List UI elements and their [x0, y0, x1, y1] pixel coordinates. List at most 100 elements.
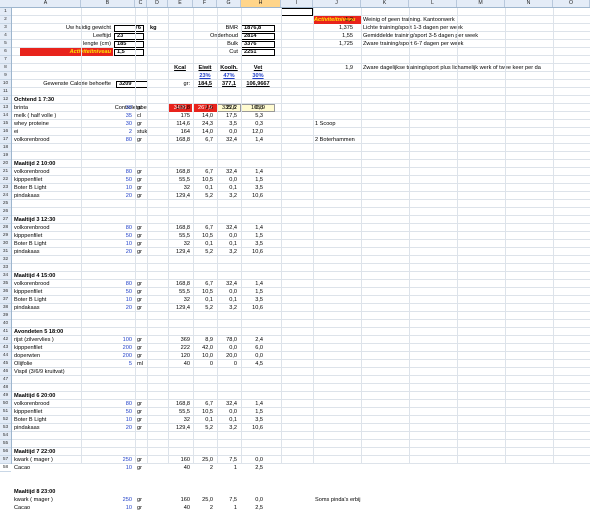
food-name[interactable]: ei	[14, 128, 80, 136]
food-quantity[interactable]: 250	[100, 496, 132, 504]
row-number[interactable]: 56	[0, 448, 11, 456]
food-name[interactable]: kwark ( mager )	[14, 496, 80, 504]
row-number[interactable]: 33	[0, 264, 11, 272]
row-number[interactable]: 49	[0, 392, 11, 400]
food-quantity[interactable]: 50	[100, 176, 132, 184]
column-header-e[interactable]: E	[168, 0, 193, 7]
row-number[interactable]: 13	[0, 104, 11, 112]
food-quantity[interactable]: 10	[100, 504, 132, 512]
age-input[interactable]: 23	[114, 32, 144, 40]
row-number[interactable]: 25	[0, 200, 11, 208]
food-quantity[interactable]: 20	[100, 248, 132, 256]
row-number[interactable]: 45	[0, 360, 11, 368]
food-name[interactable]: pindakaas	[14, 304, 80, 312]
row-number[interactable]: 44	[0, 352, 11, 360]
food-name[interactable]: Boter B Light	[14, 240, 80, 248]
food-name[interactable]: volkorenbrood	[14, 136, 80, 144]
food-quantity[interactable]	[100, 368, 132, 376]
row-number[interactable]: 51	[0, 408, 11, 416]
food-quantity[interactable]: 20	[100, 192, 132, 200]
food-quantity[interactable]: 80	[100, 136, 132, 144]
row-number[interactable]: 6	[0, 48, 11, 56]
row-number[interactable]: 27	[0, 216, 11, 224]
food-quantity[interactable]: 10	[100, 184, 132, 192]
food-name[interactable]: kwark ( mager )	[14, 456, 80, 464]
food-name[interactable]: doperwten	[14, 352, 80, 360]
row-number[interactable]: 29	[0, 232, 11, 240]
selected-cell-h1[interactable]	[281, 8, 313, 16]
food-quantity[interactable]: 20	[100, 424, 132, 432]
food-quantity[interactable]: 5	[100, 360, 132, 368]
row-number[interactable]: 7	[0, 56, 11, 64]
row-number[interactable]: 54	[0, 432, 11, 440]
row-number[interactable]: 50	[0, 400, 11, 408]
sheet-grid[interactable]	[12, 8, 590, 464]
row-number[interactable]: 23	[0, 184, 11, 192]
activity-input[interactable]: 1,5	[114, 48, 144, 56]
row-number[interactable]: 20	[0, 160, 11, 168]
food-name[interactable]: kipppenfilet	[14, 344, 80, 352]
row-number[interactable]: 8	[0, 64, 11, 72]
food-name[interactable]: rijst (zilvervlies )	[14, 336, 80, 344]
food-quantity[interactable]: 80	[100, 280, 132, 288]
food-quantity[interactable]: 10	[100, 464, 132, 472]
food-quantity[interactable]: 100	[100, 336, 132, 344]
food-name[interactable]: Boter B Light	[14, 296, 80, 304]
food-quantity[interactable]: 10	[100, 416, 132, 424]
column-header-c[interactable]: C	[135, 0, 147, 7]
row-number[interactable]: 1	[0, 8, 11, 16]
row-number[interactable]: 47	[0, 376, 11, 384]
food-name[interactable]: whey proteine	[14, 120, 80, 128]
calorie-input[interactable]: 3209	[116, 80, 148, 88]
food-name[interactable]: Vispil (3/6/9 kruitvat)	[14, 368, 80, 376]
food-quantity[interactable]: 200	[100, 352, 132, 360]
food-quantity[interactable]: 50	[100, 232, 132, 240]
column-header-o[interactable]: O	[553, 0, 590, 7]
row-number[interactable]: 38	[0, 304, 11, 312]
row-number[interactable]: 37	[0, 296, 11, 304]
row-number[interactable]: 22	[0, 176, 11, 184]
row-number[interactable]: 4	[0, 32, 11, 40]
food-name[interactable]: pindakaas	[14, 192, 80, 200]
length-input[interactable]: 185	[114, 40, 144, 48]
row-number[interactable]: 41	[0, 328, 11, 336]
column-header-l[interactable]: L	[409, 0, 457, 7]
food-quantity[interactable]: 250	[100, 456, 132, 464]
column-header-n[interactable]: N	[505, 0, 553, 7]
food-quantity[interactable]: 50	[100, 288, 132, 296]
food-quantity[interactable]: 10	[100, 296, 132, 304]
food-quantity[interactable]: 200	[100, 344, 132, 352]
column-header-b[interactable]: B	[81, 0, 135, 7]
column-header-i[interactable]: I	[281, 0, 313, 7]
food-quantity[interactable]: 50	[100, 408, 132, 416]
row-number[interactable]: 31	[0, 248, 11, 256]
row-number[interactable]: 14	[0, 112, 11, 120]
row-number[interactable]: 34	[0, 272, 11, 280]
row-number[interactable]: 42	[0, 336, 11, 344]
row-number[interactable]: 19	[0, 152, 11, 160]
food-name[interactable]: volkorenbrood	[14, 280, 80, 288]
row-number[interactable]: 21	[0, 168, 11, 176]
food-name[interactable]: Boter B Light	[14, 184, 80, 192]
column-header-a[interactable]: A	[11, 0, 81, 7]
row-number[interactable]: 26	[0, 208, 11, 216]
column-header-j[interactable]: J	[313, 0, 361, 7]
row-number[interactable]: 43	[0, 344, 11, 352]
row-number[interactable]: 18	[0, 144, 11, 152]
column-header-k[interactable]: K	[361, 0, 409, 7]
row-number[interactable]: 58	[0, 464, 11, 472]
food-name[interactable]: melk ( half volle )	[14, 112, 80, 120]
column-header-d[interactable]: D	[147, 0, 168, 7]
food-name[interactable]: Boter B Light	[14, 416, 80, 424]
row-number[interactable]: 53	[0, 424, 11, 432]
row-number[interactable]: 48	[0, 384, 11, 392]
food-name[interactable]: kipppenfilet	[14, 176, 80, 184]
food-quantity[interactable]: 20	[100, 304, 132, 312]
column-header-g[interactable]: G	[217, 0, 241, 7]
food-quantity[interactable]: 10	[100, 240, 132, 248]
eiwit-pct[interactable]: 23%	[193, 72, 217, 80]
weight-input[interactable]: 76	[114, 24, 144, 32]
food-quantity[interactable]: 30	[100, 120, 132, 128]
food-name[interactable]: kipppenfilet	[14, 408, 80, 416]
food-name[interactable]: brinta	[14, 104, 80, 112]
